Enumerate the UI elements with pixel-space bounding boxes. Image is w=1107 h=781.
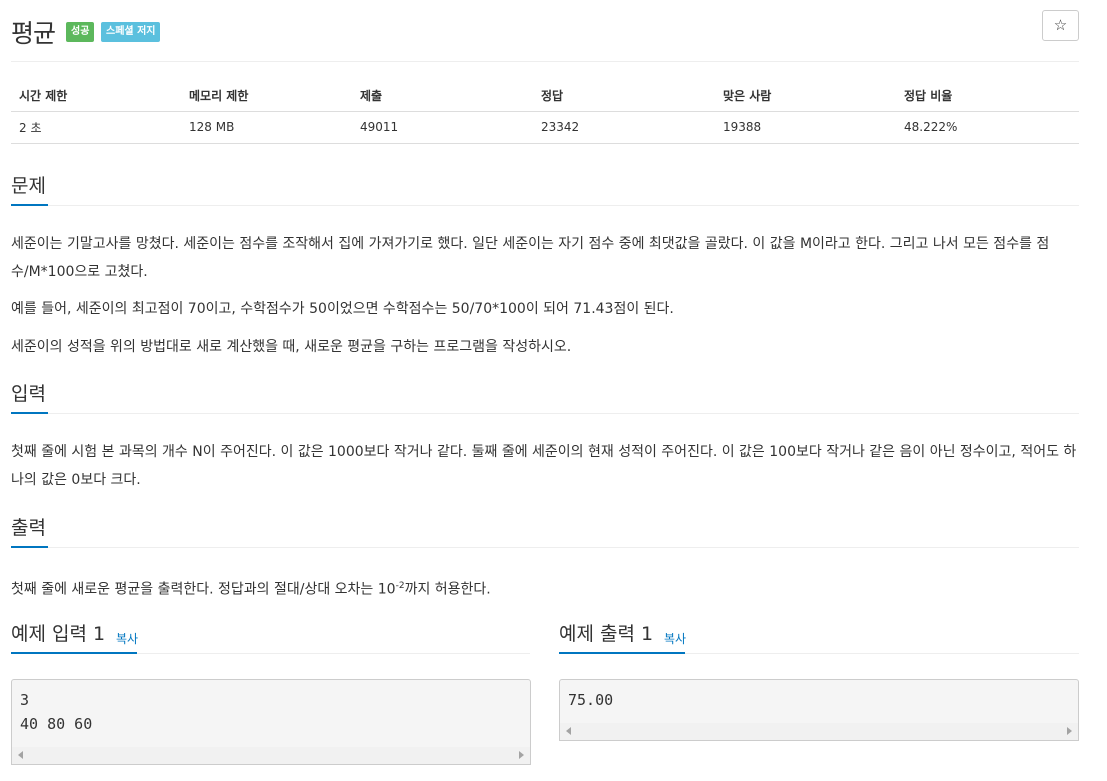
output-heading: 출력 (11, 514, 48, 548)
header-solved-users: 맞은 사람 (715, 80, 896, 112)
memory-limit-value: 128 MB (181, 111, 352, 144)
scroll-left-icon[interactable] (566, 727, 571, 735)
header-accept-ratio: 정답 비율 (896, 80, 1079, 112)
description-section-header: 문제 (11, 172, 1079, 206)
description-paragraph-1: 세준이는 기말고사를 망쳤다. 세준이는 점수를 조작해서 집에 가져가기로 했… (11, 236, 1050, 280)
copy-sample-output-link[interactable]: 복사 (664, 630, 686, 647)
problem-title: 평균 (11, 19, 56, 48)
output-description: 첫째 줄에 새로운 평균을 출력한다. 정답과의 절대/상대 오차는 10-2까… (11, 572, 1079, 604)
sample-input-line-2: 40 80 60 (20, 715, 93, 733)
output-section-header: 출력 (11, 514, 1079, 548)
sample-output-scrollbar[interactable] (560, 723, 1078, 740)
header-memory-limit: 메모리 제한 (181, 80, 352, 112)
accepted-value: 23342 (533, 111, 715, 144)
input-description: 첫째 줄에 시험 본 과목의 개수 N이 주어진다. 이 값은 1000보다 작… (11, 444, 1077, 488)
sample-input-header: 예제 입력 1 복사 (11, 620, 530, 654)
status-badge-success: 성공 (66, 22, 95, 42)
header-accepted: 정답 (533, 80, 715, 112)
solved-users-value: 19388 (715, 111, 896, 144)
sample-input-scrollbar[interactable] (12, 747, 530, 764)
accept-ratio-value: 48.222% (896, 111, 1079, 144)
input-heading: 입력 (11, 380, 48, 414)
table-row: 2 초 128 MB 49011 23342 19388 48.222% (11, 111, 1079, 144)
header-submissions: 제출 (352, 80, 533, 112)
sample-input-line-1: 3 (20, 691, 30, 709)
problem-header: 평균 성공 스페셜 저지 ☆ (11, 10, 1079, 62)
star-button[interactable]: ☆ (1042, 10, 1079, 41)
scroll-right-icon[interactable] (519, 751, 524, 759)
description-paragraph-3: 세준이의 성적을 위의 방법대로 새로 계산했을 때, 새로운 평균을 구하는 … (11, 339, 572, 355)
copy-sample-input-link[interactable]: 복사 (116, 630, 138, 647)
description-paragraph-2: 예를 들어, 세준이의 최고점이 70이고, 수학점수가 50이었으면 수학점수… (11, 301, 674, 317)
sample-output-header: 예제 출력 1 복사 (559, 620, 1079, 654)
sample-output-line-1: 75.00 (568, 691, 614, 709)
sample-output-box[interactable]: 75.00 (559, 679, 1079, 741)
input-section-header: 입력 (11, 380, 1079, 414)
sample-input-box[interactable]: 3 40 80 60 (11, 679, 531, 765)
scroll-left-icon[interactable] (18, 751, 23, 759)
output-text-before: 첫째 줄에 새로운 평균을 출력한다. 정답과의 절대/상대 오차는 10 (11, 581, 396, 598)
star-icon: ☆ (1053, 16, 1068, 34)
output-exponent: -2 (395, 581, 405, 591)
scroll-right-icon[interactable] (1067, 727, 1072, 735)
description-heading: 문제 (11, 172, 48, 206)
submissions-value: 49011 (352, 111, 533, 144)
time-limit-value: 2 초 (11, 111, 181, 144)
problem-info-table: 시간 제한 메모리 제한 제출 정답 맞은 사람 정답 비율 2 초 128 M… (11, 80, 1079, 144)
table-header-row: 시간 제한 메모리 제한 제출 정답 맞은 사람 정답 비율 (11, 80, 1079, 112)
special-judge-badge: 스페셜 저지 (101, 22, 161, 42)
header-time-limit: 시간 제한 (11, 80, 181, 112)
output-text-after: 까지 허용한다. (404, 581, 491, 598)
